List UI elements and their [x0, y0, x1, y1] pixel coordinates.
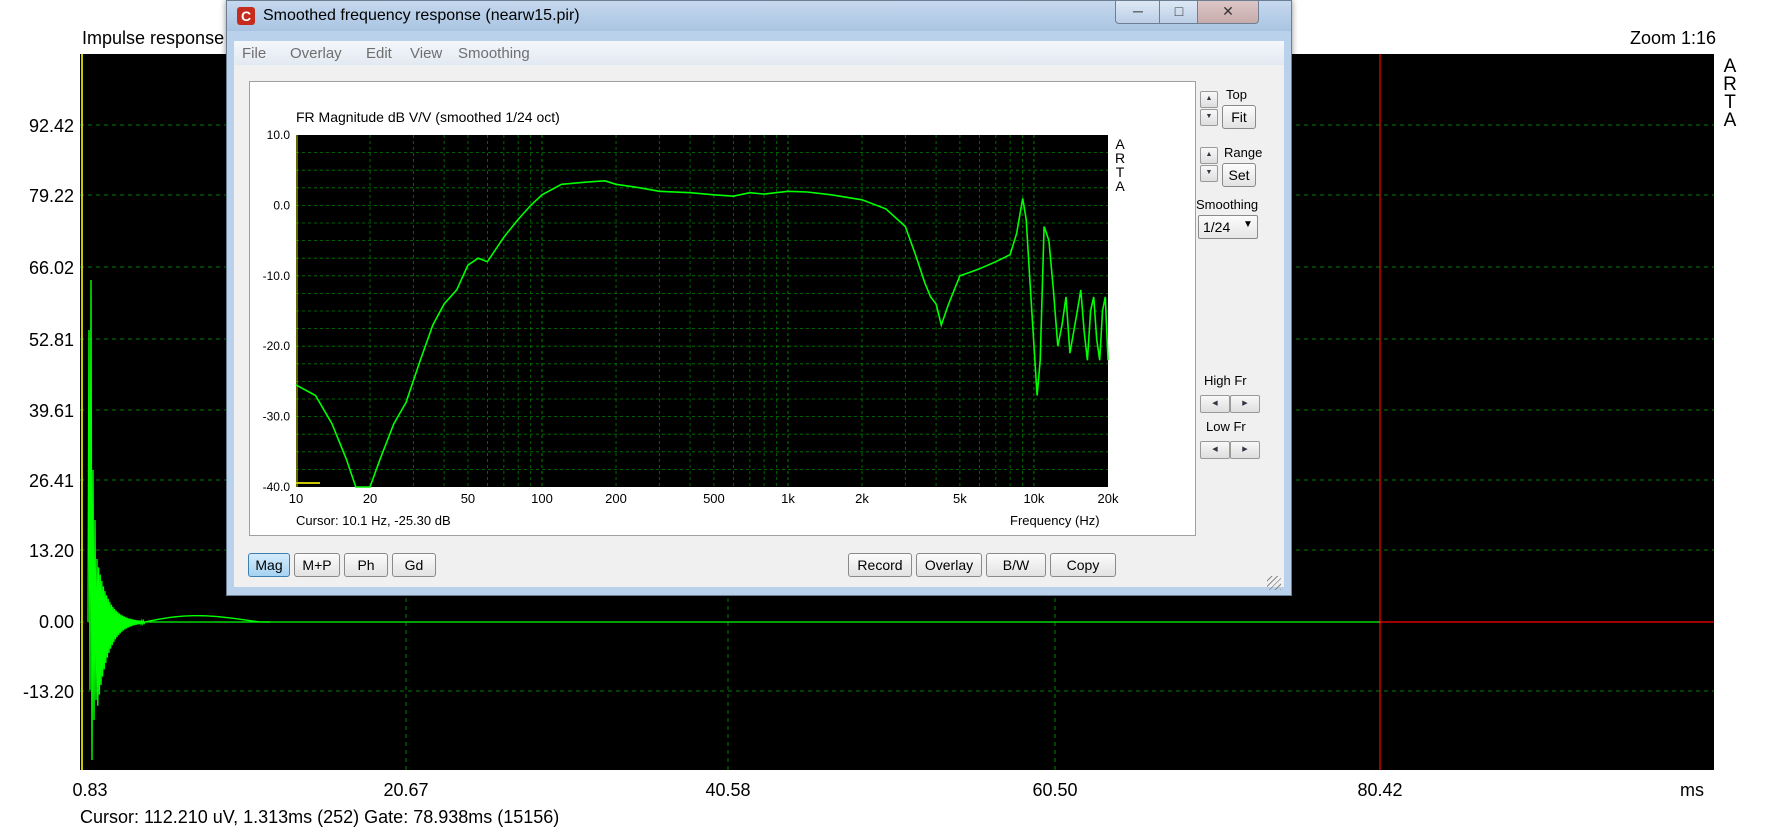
copy-button[interactable]: Copy — [1050, 553, 1116, 577]
fit-button[interactable]: Fit — [1222, 105, 1256, 129]
low-fr-right-button[interactable]: ▶ — [1230, 441, 1260, 459]
top-up-button[interactable]: ▲ — [1200, 91, 1218, 108]
high-fr-left-button[interactable]: ◀ — [1200, 395, 1230, 413]
ph-button[interactable]: Ph — [344, 553, 388, 577]
fr-x-tick: 200 — [605, 491, 627, 506]
overlay-button[interactable]: Overlay — [916, 553, 982, 577]
record-button[interactable]: Record — [848, 553, 912, 577]
smoothing-label: Smoothing — [1196, 197, 1259, 212]
fr-x-tick: 10k — [1023, 491, 1044, 506]
fr-x-tick: 2k — [855, 491, 869, 506]
mag-button[interactable]: Mag — [248, 553, 290, 577]
arrow-left-icon: ◀ — [1212, 446, 1218, 453]
fr-y-tick: -20.0 — [263, 339, 291, 353]
menu-view[interactable]: View — [410, 45, 442, 62]
close-button[interactable]: ✕ — [1197, 1, 1259, 24]
window-client-area: FR Magnitude dB V/V (smoothed 1/24 oct) … — [234, 65, 1284, 587]
fr-y-tick: 10.0 — [267, 128, 291, 142]
minimize-button[interactable]: ─ — [1115, 1, 1161, 24]
fr-y-tick: 0.0 — [273, 198, 290, 212]
smoothing-select[interactable]: 1/24 ▼ — [1198, 215, 1258, 239]
fr-x-tick: 100 — [531, 491, 553, 506]
arrow-right-icon: ▶ — [1242, 400, 1248, 407]
fr-x-tick: 10 — [289, 491, 303, 506]
arta-app-icon: C — [237, 7, 255, 25]
fr-y-tick: -10.0 — [263, 269, 291, 283]
window-titlebar[interactable]: C Smoothed frequency response (nearw15.p… — [227, 1, 1291, 31]
impulse-y-tick: 52.81 — [28, 330, 74, 350]
range-label: Range — [1224, 145, 1263, 160]
menu-overlay[interactable]: Overlay — [290, 45, 342, 62]
close-icon: ✕ — [1222, 3, 1234, 19]
minimize-icon: ─ — [1133, 3, 1143, 19]
gd-button[interactable]: Gd — [392, 553, 436, 577]
fr-x-tick: 1k — [781, 491, 795, 506]
impulse-y-tick: 66.02 — [28, 258, 74, 278]
impulse-y-tick: 26.41 — [28, 471, 74, 491]
fr-x-tick: 5k — [953, 491, 967, 506]
range-up-button[interactable]: ▲ — [1200, 147, 1218, 164]
menu-edit[interactable]: Edit — [366, 45, 392, 62]
set-button[interactable]: Set — [1222, 163, 1256, 187]
fr-x-tick: 20 — [363, 491, 377, 506]
fr-y-tick: -40.0 — [263, 480, 291, 494]
low-fr-label: Low Fr — [1206, 419, 1246, 434]
menu-smoothing[interactable]: Smoothing — [458, 45, 530, 62]
fr-cursor-readout: Cursor: 10.1 Hz, -25.30 dB — [296, 513, 451, 528]
arrow-up-icon: ▲ — [1205, 95, 1213, 102]
low-fr-left-button[interactable]: ◀ — [1200, 441, 1230, 459]
impulse-y-tick: 79.22 — [28, 186, 74, 206]
fr-x-tick: 500 — [703, 491, 725, 506]
impulse-x-tick: 80.42 — [1357, 780, 1403, 800]
fr-x-tick: 20k — [1098, 491, 1119, 506]
top-label: Top — [1226, 87, 1247, 102]
fr-x-axis-label: Frequency (Hz) — [1010, 513, 1100, 528]
range-down-button[interactable]: ▼ — [1200, 165, 1218, 182]
menu-bar: File Overlay Edit View Smoothing — [234, 41, 1284, 65]
window-title: Smoothed frequency response (nearw15.pir… — [263, 7, 580, 24]
fr-y-tick: -30.0 — [263, 410, 291, 424]
impulse-y-tick: -13.20 — [22, 682, 74, 702]
impulse-cursor-readout: Cursor: 112.210 uV, 1.313ms (252) Gate: … — [80, 807, 560, 827]
impulse-x-unit: ms — [1680, 780, 1704, 800]
impulse-x-tick: 20.67 — [383, 780, 429, 800]
high-fr-label: High Fr — [1204, 373, 1247, 388]
impulse-x-tick: 60.50 — [1032, 780, 1078, 800]
resize-grip[interactable] — [1267, 576, 1281, 590]
fr-arta-letter: A — [1115, 178, 1125, 194]
impulse-y-tick: 39.61 — [28, 401, 74, 421]
bw-button[interactable]: B/W — [986, 553, 1046, 577]
fr-arta-watermark: ARTA — [1115, 136, 1125, 194]
impulse-y-tick: 13.20 — [28, 541, 74, 561]
smoothed-fr-window[interactable]: C Smoothed frequency response (nearw15.p… — [226, 0, 1292, 596]
arrow-up-icon: ▲ — [1205, 151, 1213, 158]
impulse-y-tick: 92.42 — [28, 116, 74, 136]
high-fr-right-button[interactable]: ▶ — [1230, 395, 1260, 413]
chevron-down-icon: ▼ — [1243, 219, 1253, 230]
arrow-right-icon: ▶ — [1242, 446, 1248, 453]
menu-file[interactable]: File — [242, 45, 266, 62]
maximize-icon: □ — [1174, 3, 1184, 19]
smoothing-value: 1/24 — [1203, 219, 1231, 235]
maximize-button[interactable]: □ — [1159, 1, 1199, 24]
impulse-x-tick: 0.83 — [72, 780, 108, 800]
arrow-down-icon: ▼ — [1205, 169, 1213, 176]
fr-x-tick: 50 — [461, 491, 475, 506]
fr-chart[interactable]: 10.0 0.0 -10.0 -20.0 -30.0 -40.010 20 50 100 200 5… — [234, 65, 1284, 587]
arrow-left-icon: ◀ — [1212, 400, 1218, 407]
arrow-down-icon: ▼ — [1205, 113, 1213, 120]
impulse-y-tick: 0.00 — [38, 612, 74, 632]
top-down-button[interactable]: ▼ — [1200, 109, 1218, 126]
mp-button[interactable]: M+P — [294, 553, 340, 577]
impulse-x-tick: 40.58 — [705, 780, 751, 800]
